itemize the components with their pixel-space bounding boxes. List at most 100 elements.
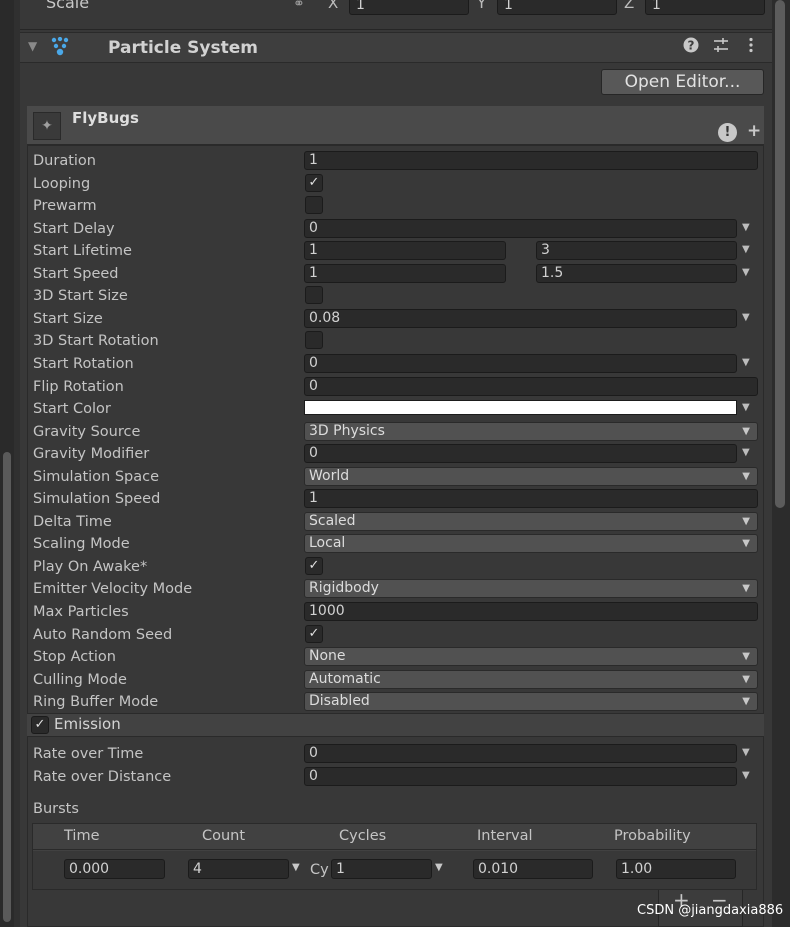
chevron-down-icon: ▼ (742, 583, 750, 594)
start-size-field[interactable]: 0.08 (304, 309, 737, 328)
particle-effect-icon: ✦ (33, 112, 61, 140)
scale-x-label: X (328, 0, 339, 12)
rate-over-time-mode-arrow-icon[interactable]: ▼ (742, 743, 750, 763)
add-module-icon[interactable]: + (747, 121, 761, 141)
auto-random-seed-checkbox[interactable]: ✓ (305, 625, 323, 643)
culling-mode-dropdown[interactable]: Automatic ▼ (304, 670, 758, 689)
ring-buffer-mode-label: Ring Buffer Mode (33, 694, 159, 710)
prop-row-start-delay: Start Delay 0 ▼ (27, 218, 764, 240)
prop-row-gravity-source: Gravity Source 3D Physics ▼ (27, 421, 764, 443)
burst-count-field[interactable]: 4 (188, 859, 289, 879)
emission-module-header[interactable]: ✓ Emission (27, 713, 764, 737)
start-color-swatch[interactable] (304, 400, 737, 415)
foldout-arrow-icon[interactable]: ▼ (28, 39, 37, 53)
scale-z-field[interactable]: 1 (645, 0, 765, 15)
prop-row-start-lifetime: Start Lifetime 1 3 ▼ (27, 240, 764, 262)
start-rotation-label: Start Rotation (33, 356, 134, 372)
stop-action-dropdown[interactable]: None ▼ (304, 647, 758, 666)
transform-scale-row: Scale ⚭ X 1 Y 1 Z 1 (20, 0, 772, 30)
rate-over-time-label: Rate over Time (33, 746, 144, 762)
prop-row-simulation-space: Simulation Space World ▼ (27, 466, 764, 488)
presets-icon[interactable] (711, 37, 731, 59)
play-on-awake-checkbox[interactable]: ✓ (305, 557, 323, 575)
3d-start-rotation-label: 3D Start Rotation (33, 333, 159, 349)
start-speed-max-field[interactable]: 1.5 (536, 264, 737, 283)
start-size-mode-arrow-icon[interactable]: ▼ (742, 308, 750, 328)
looping-checkbox[interactable]: ✓ (305, 174, 323, 192)
gravity-modifier-field[interactable]: 0 (304, 444, 737, 463)
simulation-speed-field[interactable]: 1 (304, 489, 758, 508)
burst-cycles-field[interactable]: 1 (331, 859, 432, 879)
emitter-velocity-mode-dropdown[interactable]: Rigidbody ▼ (304, 579, 758, 598)
burst-interval-field[interactable]: 0.010 (473, 859, 593, 879)
delta-time-value: Scaled (309, 513, 356, 529)
start-speed-mode-arrow-icon[interactable]: ▼ (742, 263, 750, 283)
scale-y-label: Y (477, 0, 487, 12)
simulation-space-dropdown[interactable]: World ▼ (304, 467, 758, 486)
play-on-awake-label: Play On Awake* (33, 559, 148, 575)
warning-icon[interactable]: ! (718, 123, 737, 142)
scale-x-field[interactable]: 1 (349, 0, 469, 15)
start-color-mode-arrow-icon[interactable]: ▼ (742, 398, 750, 418)
duration-field[interactable]: 1 (304, 151, 758, 170)
constrain-proportions-icon[interactable]: ⚭ (293, 0, 305, 12)
burst-probability-field[interactable]: 1.00 (616, 859, 736, 879)
gravity-source-value: 3D Physics (309, 423, 385, 439)
auto-random-seed-label: Auto Random Seed (33, 627, 173, 643)
start-delay-field[interactable]: 0 (304, 219, 737, 238)
scale-y-field[interactable]: 1 (497, 0, 617, 15)
simulation-space-label: Simulation Space (33, 469, 160, 485)
open-editor-button[interactable]: Open Editor... (601, 69, 764, 95)
prop-row-prewarm: Prewarm (27, 195, 764, 217)
prop-row-emitter-velocity-mode: Emitter Velocity Mode Rigidbody ▼ (27, 578, 764, 600)
flip-rotation-label: Flip Rotation (33, 379, 124, 395)
scale-label: Scale (46, 0, 90, 12)
emission-enabled-checkbox[interactable]: ✓ (31, 716, 49, 734)
help-icon[interactable]: ? (681, 37, 701, 59)
prop-row-3d-start-size: 3D Start Size (27, 285, 764, 307)
left-scrollbar-thumb[interactable] (3, 452, 11, 922)
start-rotation-mode-arrow-icon[interactable]: ▼ (742, 353, 750, 373)
3d-start-rotation-checkbox[interactable] (305, 331, 323, 349)
bursts-label: Bursts (33, 801, 79, 817)
start-delay-label: Start Delay (33, 221, 115, 237)
delta-time-label: Delta Time (33, 514, 112, 530)
start-rotation-field[interactable]: 0 (304, 354, 737, 373)
start-color-label: Start Color (33, 401, 111, 417)
cycles-dropdown-arrow-icon[interactable]: ▼ (435, 862, 443, 873)
start-lifetime-mode-arrow-icon[interactable]: ▼ (742, 240, 750, 260)
start-lifetime-max-field[interactable]: 3 (536, 241, 737, 260)
ring-buffer-mode-dropdown[interactable]: Disabled ▼ (304, 692, 758, 711)
flip-rotation-field[interactable]: 0 (304, 377, 758, 396)
rate-over-distance-mode-arrow-icon[interactable]: ▼ (742, 766, 750, 786)
main-module-header[interactable]: ✦ FlyBugs ! + (27, 106, 764, 146)
emitter-velocity-mode-value: Rigidbody (309, 580, 379, 596)
stop-action-label: Stop Action (33, 649, 116, 665)
prewarm-checkbox[interactable] (305, 196, 323, 214)
kebab-menu-icon[interactable] (741, 37, 761, 59)
start-speed-min-field[interactable]: 1 (304, 264, 506, 283)
scaling-mode-dropdown[interactable]: Local ▼ (304, 534, 758, 553)
ring-buffer-mode-value: Disabled (309, 693, 370, 709)
gravity-modifier-label: Gravity Modifier (33, 446, 150, 462)
prop-row-delta-time: Delta Time Scaled ▼ (27, 511, 764, 533)
max-particles-field[interactable]: 1000 (304, 602, 758, 621)
particle-system-header[interactable]: ▼ Particle System ? (20, 32, 772, 63)
prop-row-flip-rotation: Flip Rotation 0 (27, 376, 764, 398)
burst-time-field[interactable]: 0.000 (64, 859, 165, 879)
gravity-source-dropdown[interactable]: 3D Physics ▼ (304, 422, 758, 441)
count-dropdown-arrow-icon[interactable]: ▼ (292, 862, 300, 873)
inspector-scrollbar-thumb[interactable] (775, 0, 785, 508)
rate-over-distance-field[interactable]: 0 (304, 767, 737, 786)
delta-time-dropdown[interactable]: Scaled ▼ (304, 512, 758, 531)
prop-row-looping: Looping ✓ (27, 173, 764, 195)
scaling-mode-label: Scaling Mode (33, 536, 130, 552)
prop-row-duration: Duration 1 (27, 150, 764, 172)
component-title: Particle System (108, 38, 258, 58)
start-delay-mode-arrow-icon[interactable]: ▼ (742, 218, 750, 238)
3d-start-size-checkbox[interactable] (305, 286, 323, 304)
start-lifetime-min-field[interactable]: 1 (304, 241, 506, 260)
prop-row-start-speed: Start Speed 1 1.5 ▼ (27, 263, 764, 285)
rate-over-time-field[interactable]: 0 (304, 744, 737, 763)
gravity-modifier-mode-arrow-icon[interactable]: ▼ (742, 443, 750, 463)
